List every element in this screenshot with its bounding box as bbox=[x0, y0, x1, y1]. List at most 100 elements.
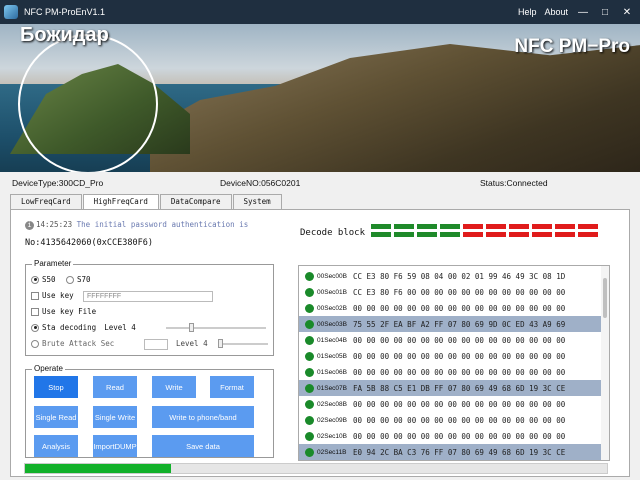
tab-lowfreqcard[interactable]: LowFreqCard bbox=[10, 194, 82, 209]
single-write-button[interactable]: Single Write bbox=[93, 406, 137, 428]
help-menu[interactable]: Help bbox=[518, 7, 537, 17]
read-button[interactable]: Read bbox=[93, 376, 137, 398]
decode-block bbox=[578, 224, 598, 229]
connection-status: Status:Connected bbox=[480, 178, 548, 188]
use-key-option[interactable]: Use key bbox=[31, 291, 74, 300]
sector-row[interactable]: 01Sec04B 00 00 00 00 00 00 00 00 00 00 00… bbox=[299, 332, 601, 348]
sector-hex: CC E3 80 F6 00 00 00 00 00 00 00 00 00 0… bbox=[353, 287, 566, 297]
single-read-button[interactable]: Single Read bbox=[34, 406, 78, 428]
sector-hex: 00 00 00 00 00 00 00 00 00 00 00 00 00 0… bbox=[353, 399, 566, 409]
sector-name: 02Sec10B bbox=[317, 432, 347, 440]
format-button[interactable]: Format bbox=[210, 376, 254, 398]
sector-row[interactable]: 01Sec05B 00 00 00 00 00 00 00 00 00 00 00… bbox=[299, 348, 601, 364]
sector-status-icon bbox=[305, 351, 314, 361]
brute-level-slider[interactable] bbox=[218, 343, 268, 345]
sector-hex: CC E3 80 F6 59 08 04 00 02 01 99 46 49 3… bbox=[353, 271, 566, 281]
tab-system[interactable]: System bbox=[232, 194, 282, 209]
sector-list[interactable]: 00Sec00B CC E3 80 F6 59 08 04 00 02 01 99… bbox=[298, 265, 610, 461]
progress-fill bbox=[25, 464, 171, 473]
banner-cliff bbox=[150, 44, 640, 172]
parameter-title: Parameter bbox=[32, 259, 74, 268]
sector-row[interactable]: 02Sec09B 00 00 00 00 00 00 00 00 00 00 00… bbox=[299, 412, 601, 428]
use-key-file-checkbox[interactable] bbox=[31, 307, 39, 316]
device-no: DeviceNO:056C0201 bbox=[220, 178, 301, 188]
log-time: 14:25:23 bbox=[36, 220, 73, 229]
decode-block bbox=[509, 232, 529, 237]
sta-decoding-radio[interactable] bbox=[31, 323, 39, 332]
scrollbar-thumb[interactable] bbox=[603, 278, 607, 318]
sector-row[interactable]: 02Sec08B 00 00 00 00 00 00 00 00 00 00 00… bbox=[299, 396, 601, 412]
sector-name: 02Sec09B bbox=[317, 416, 347, 424]
sector-scrollbar[interactable] bbox=[601, 266, 609, 460]
save-data-button[interactable]: Save data bbox=[152, 435, 254, 457]
analysis-button[interactable]: Analysis bbox=[34, 435, 78, 457]
import-dump-button[interactable]: ImportDUMP bbox=[93, 435, 137, 457]
sector-row[interactable]: 01Sec07B FA 5B 88 C5 E1 DB FF 07 80 69 49… bbox=[299, 380, 601, 396]
decode-block bbox=[394, 232, 414, 237]
info-icon: i bbox=[25, 221, 34, 230]
s70-radio[interactable] bbox=[66, 275, 74, 284]
sector-row[interactable]: 00Sec01B CC E3 80 F6 00 00 00 00 00 00 00… bbox=[299, 284, 601, 300]
decode-block bbox=[463, 224, 483, 229]
decode-block bbox=[486, 232, 506, 237]
sector-name: 01Sec07B bbox=[317, 384, 347, 392]
parameter-group: Parameter S50 S70 Use key FFFFFFFF Use k… bbox=[25, 259, 274, 356]
s70-option[interactable]: S70 bbox=[66, 275, 91, 284]
tab-datacompare[interactable]: DataCompare bbox=[159, 194, 232, 209]
sector-name: 01Sec06B bbox=[317, 368, 347, 376]
highfreq-panel: i 14:25:23 The initial password authentic… bbox=[10, 209, 630, 477]
sta-decoding-option[interactable]: Sta decoding Level 4 bbox=[31, 323, 136, 332]
minimize-icon[interactable]: — bbox=[576, 5, 590, 19]
brute-attack-radio[interactable] bbox=[31, 339, 39, 348]
stop-button[interactable]: Stop bbox=[34, 376, 78, 398]
sector-name: 00Sec03B bbox=[317, 320, 347, 328]
operate-title: Operate bbox=[32, 364, 65, 373]
write-to-phone-button[interactable]: Write to phone/band bbox=[152, 406, 254, 428]
use-key-checkbox[interactable] bbox=[31, 291, 39, 300]
sta-level-slider[interactable] bbox=[166, 327, 266, 329]
device-type: DeviceType:300CD_Pro bbox=[12, 178, 104, 188]
brute-sec-select[interactable] bbox=[144, 339, 168, 350]
sector-row[interactable]: 00Sec03B 75 55 2F EA BF A2 FF 07 80 69 9D… bbox=[299, 316, 601, 332]
decode-block bbox=[486, 224, 506, 229]
sector-row[interactable]: 00Sec00B CC E3 80 F6 59 08 04 00 02 01 99… bbox=[299, 268, 601, 284]
maximize-icon[interactable]: □ bbox=[598, 5, 612, 19]
decode-block-grid bbox=[371, 224, 611, 237]
brute-attack-option[interactable]: Brute Attack Sec bbox=[31, 339, 114, 348]
sector-row[interactable]: 02Sec10B 00 00 00 00 00 00 00 00 00 00 00… bbox=[299, 428, 601, 444]
sector-hex: E0 94 2C BA C3 76 FF 07 80 69 49 68 6D 1… bbox=[353, 447, 566, 457]
brute-level-thumb[interactable] bbox=[218, 339, 223, 348]
key-input[interactable]: FFFFFFFF bbox=[83, 291, 213, 302]
decode-block bbox=[440, 224, 460, 229]
sector-row[interactable]: 02Sec11B E0 94 2C BA C3 76 FF 07 80 69 49… bbox=[299, 444, 601, 460]
sector-hex: 00 00 00 00 00 00 00 00 00 00 00 00 00 0… bbox=[353, 335, 566, 345]
decode-block bbox=[417, 232, 437, 237]
log-message: The initial password authentication is bbox=[76, 220, 249, 229]
sector-name: 00Sec01B bbox=[317, 288, 347, 296]
progress-bar bbox=[24, 463, 608, 474]
sta-level-label: Level 4 bbox=[104, 323, 136, 332]
sector-name: 02Sec11B bbox=[317, 448, 347, 456]
sector-name: 01Sec04B bbox=[317, 336, 347, 344]
decode-block bbox=[578, 232, 598, 237]
about-menu[interactable]: About bbox=[544, 7, 568, 17]
sector-name: 00Sec00B bbox=[317, 272, 347, 280]
log-line: i 14:25:23 The initial password authentic… bbox=[25, 220, 248, 230]
sector-status-icon bbox=[305, 287, 314, 297]
sector-name: 01Sec05B bbox=[317, 352, 347, 360]
sta-decoding-label: Sta decoding bbox=[42, 323, 97, 332]
use-key-label: Use key bbox=[42, 291, 74, 300]
s50-radio[interactable] bbox=[31, 275, 39, 284]
s50-option[interactable]: S50 bbox=[31, 275, 56, 284]
sector-status-icon bbox=[305, 271, 314, 281]
tab-highfreqcard[interactable]: HighFreqCard bbox=[82, 194, 159, 210]
sector-row[interactable]: 00Sec02B 00 00 00 00 00 00 00 00 00 00 00… bbox=[299, 300, 601, 316]
sta-level-thumb[interactable] bbox=[189, 323, 194, 332]
sector-hex: 00 00 00 00 00 00 00 00 00 00 00 00 00 0… bbox=[353, 415, 566, 425]
close-icon[interactable]: ✕ bbox=[620, 5, 634, 19]
write-button[interactable]: Write bbox=[152, 376, 196, 398]
sector-hex: 00 00 00 00 00 00 00 00 00 00 00 00 00 0… bbox=[353, 351, 566, 361]
sector-status-icon bbox=[305, 415, 314, 425]
sector-row[interactable]: 01Sec06B 00 00 00 00 00 00 00 00 00 00 00… bbox=[299, 364, 601, 380]
use-key-file-option[interactable]: Use key File bbox=[31, 307, 96, 316]
